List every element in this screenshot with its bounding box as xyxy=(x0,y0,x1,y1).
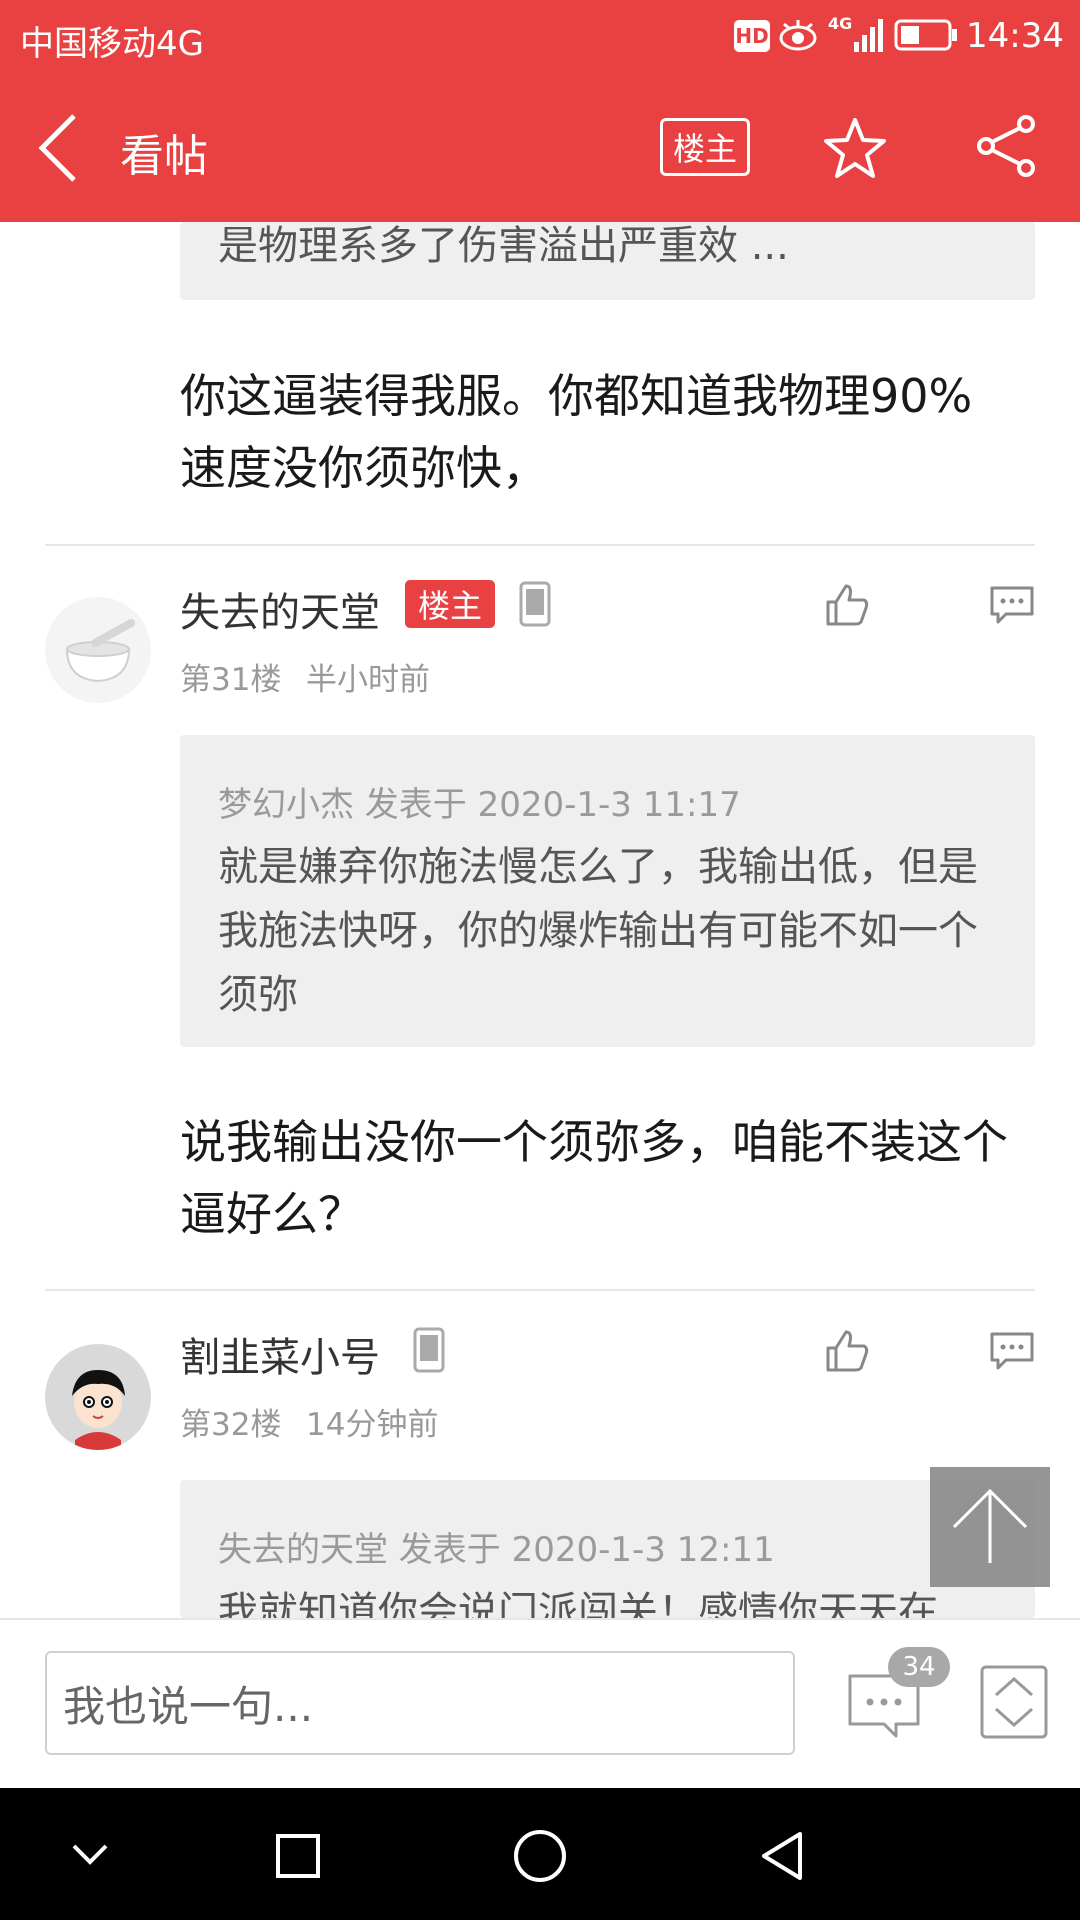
chevron-down-icon[interactable] xyxy=(68,1832,112,1876)
scroll-top-button[interactable] xyxy=(930,1467,1050,1587)
clock: 14:34 xyxy=(966,16,1064,56)
page-nav-icon[interactable] xyxy=(980,1665,1048,1739)
quote-block: 梦幻小杰 发表于 2020-1-3 11:17 就是嫌弃你施法慢怎么了，我输出低… xyxy=(180,735,1035,1047)
eye-icon xyxy=(779,20,817,51)
avatar[interactable] xyxy=(45,597,151,703)
post-body: 你这逼装得我服。你都知道我物理90% 速度没你须弥快， xyxy=(180,369,973,495)
quote-block: 失去的天堂 发表于 2020-1-3 12:11 我就知道你会说门派闯关！感情你… xyxy=(180,1480,1035,1618)
partial-quote-block: 是物理系多了伤害溢出严重效 ... xyxy=(180,222,1035,300)
divider xyxy=(45,1289,1035,1291)
page-title: 看帖 xyxy=(120,131,208,182)
phone-icon xyxy=(413,1327,445,1373)
floor-number: 第32楼 xyxy=(180,1407,282,1443)
recents-icon[interactable] xyxy=(274,1832,322,1880)
thumb-up-icon[interactable] xyxy=(824,1328,870,1374)
post-body: 说我输出没你一个须弥多，咱能不装这个逼好么？ xyxy=(180,1115,1008,1241)
thumb-up-icon[interactable] xyxy=(824,582,870,628)
comment-icon[interactable] xyxy=(988,584,1036,626)
carrier-label: 中国移动4G xyxy=(20,24,204,64)
quote-text: 我就知道你会说门派闯关！感情你天天在 xyxy=(218,1589,938,1618)
divider xyxy=(45,544,1035,546)
nav-back-icon[interactable] xyxy=(756,1828,808,1884)
quote-meta: 梦幻小杰 发表于 2020-1-3 11:17 xyxy=(218,785,741,825)
mortar-icon xyxy=(65,619,135,683)
username[interactable]: 失去的天堂 xyxy=(180,580,380,638)
scroll-top-icon xyxy=(952,1488,1028,1563)
system-nav-bar xyxy=(0,1788,1080,1920)
louzhu-badge: 楼主 xyxy=(405,580,495,628)
avatar[interactable] xyxy=(45,1344,151,1450)
quote-text: 是物理系多了伤害溢出严重效 ... xyxy=(218,223,789,269)
home-icon[interactable] xyxy=(512,1828,568,1884)
post-time: 14分钟前 xyxy=(306,1407,439,1443)
quote-text: 就是嫌弃你施法慢怎么了，我输出低，但是我施法快呀，你的爆炸输出有可能不如一个须弥 xyxy=(218,844,978,1018)
reply-input[interactable]: 我也说一句... xyxy=(45,1651,795,1755)
quote-meta: 失去的天堂 发表于 2020-1-3 12:11 xyxy=(218,1530,775,1570)
top-bar: 中国移动4G HD 4G 14:34 看帖 楼主 xyxy=(0,0,1080,222)
signal-icon xyxy=(854,19,883,52)
battery-icon xyxy=(894,19,957,51)
comment-icon[interactable] xyxy=(988,1330,1036,1372)
floor-number: 第31楼 xyxy=(180,662,282,698)
cartoon-face-icon xyxy=(72,1370,125,1450)
back-icon[interactable] xyxy=(36,112,80,184)
post-time: 半小时前 xyxy=(306,662,430,698)
share-icon[interactable] xyxy=(974,114,1038,178)
phone-icon xyxy=(519,581,551,627)
star-icon[interactable] xyxy=(822,116,888,180)
username[interactable]: 割韭菜小号 xyxy=(180,1325,380,1383)
hd-icon: HD xyxy=(734,20,770,52)
comment-count-badge: 34 xyxy=(888,1647,950,1687)
only-louzhu-button[interactable]: 楼主 xyxy=(660,118,750,176)
